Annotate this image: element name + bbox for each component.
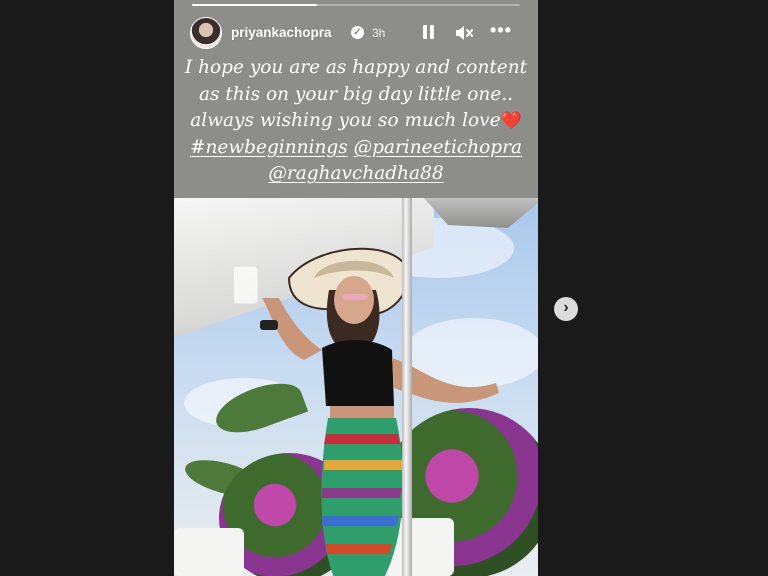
umbrella-pole (402, 198, 412, 576)
caption-line-2: as this on your big day little one.. (198, 83, 514, 105)
caption-line-3-text: always wishing you so much love (190, 110, 501, 131)
hashtag-link[interactable]: #newbeginnings (190, 137, 348, 158)
verified-badge-icon: ✓ (351, 26, 364, 39)
story-header: priyankachopra ✓ 3h ••• (190, 17, 530, 51)
mention-link-parineetichopra[interactable]: @parineetichopra (354, 137, 522, 158)
story-photo (174, 198, 538, 576)
story-caption: I hope you are as happy and content as t… (182, 55, 530, 188)
story-timestamp: 3h (372, 26, 386, 40)
woman-figure (234, 247, 499, 576)
more-options-icon[interactable]: ••• (490, 20, 512, 41)
username[interactable]: priyankachopra (231, 25, 332, 40)
chevron-right-icon[interactable]: › (554, 297, 578, 321)
caption-line-5: @raghavchadha88 (182, 161, 530, 188)
story-progress-bar (192, 4, 520, 6)
caption-line-4: #newbeginnings @parineetichopra (182, 135, 530, 162)
story-progress-fill (192, 4, 317, 6)
caption-line-1: I hope you are as happy and content (184, 57, 528, 78)
mention-link-raghavchadha88[interactable]: @raghavchadha88 (268, 163, 443, 184)
muted-speaker-icon[interactable] (454, 24, 474, 42)
story-viewer[interactable]: priyankachopra ✓ 3h ••• I hope you are a… (174, 0, 538, 576)
heart-emoji: ❤️ (500, 111, 522, 131)
caption-line-3: always wishing you so much love❤️ (182, 108, 530, 135)
avatar[interactable] (190, 17, 222, 49)
pause-icon[interactable] (422, 24, 436, 40)
